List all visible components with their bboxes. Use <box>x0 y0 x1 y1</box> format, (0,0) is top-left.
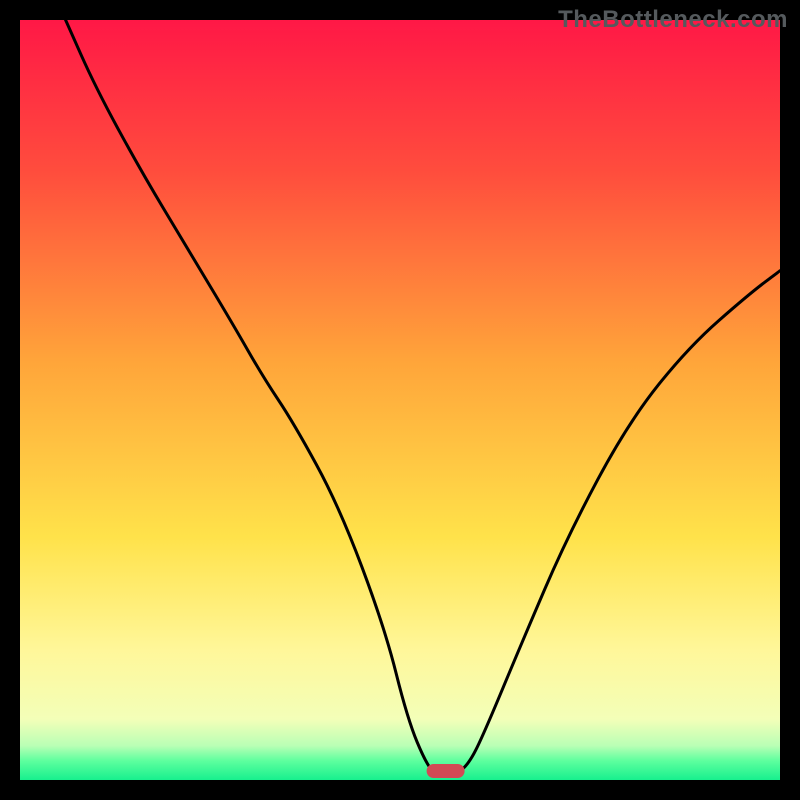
chart-background <box>20 20 780 780</box>
plot-area <box>20 20 780 780</box>
minimum-marker <box>427 764 465 778</box>
bottleneck-chart <box>20 20 780 780</box>
chart-frame: TheBottleneck.com <box>0 0 800 800</box>
watermark-text: TheBottleneck.com <box>558 6 788 34</box>
